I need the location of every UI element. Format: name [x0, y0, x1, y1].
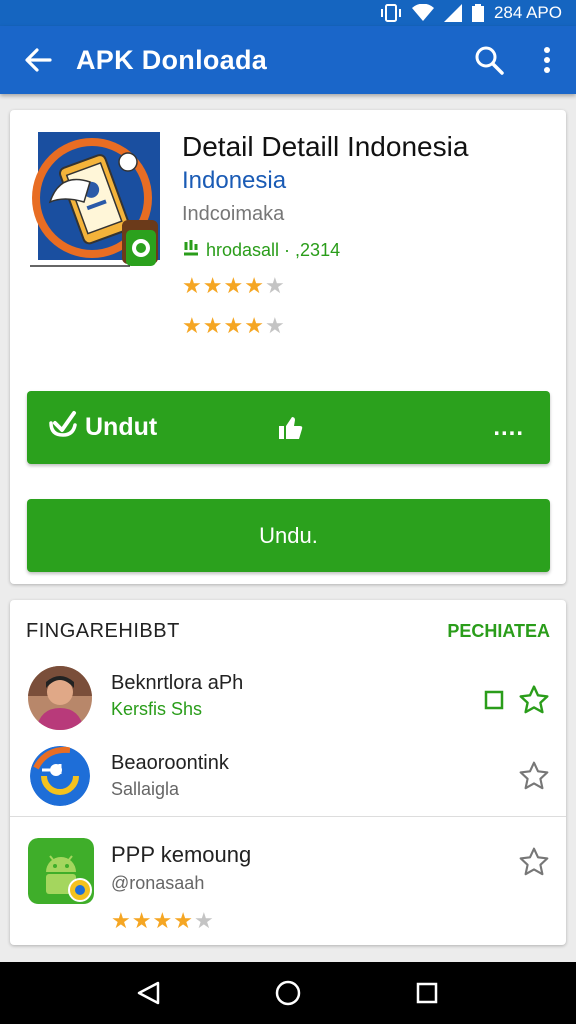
search-icon[interactable]: [460, 26, 518, 94]
download-button-label: Undut: [85, 413, 158, 441]
list-item-subtitle: Sallaigla: [111, 779, 180, 799]
secondary-download-button[interactable]: Undu.: [27, 499, 550, 572]
list-item[interactable]: Beaoroontink Sallaigla: [10, 746, 566, 812]
divider: [10, 816, 566, 817]
star-outline-icon[interactable]: [518, 846, 550, 883]
battery-icon: [471, 4, 484, 22]
star-empty-icon: ★: [193, 908, 214, 933]
rating-stars-1: ★ ★ ★ ★ ★: [182, 273, 552, 299]
star-filled-icon: ★: [152, 908, 173, 933]
nav-back-icon[interactable]: [124, 968, 174, 1018]
star-filled-icon: ★: [244, 273, 264, 298]
download-button[interactable]: Undut ....: [27, 391, 550, 464]
install-count-icon: [182, 237, 200, 263]
section-action-link[interactable]: PECHIATEA: [447, 621, 550, 642]
checkbox-icon[interactable]: [484, 690, 504, 715]
star-filled-icon: ★: [202, 273, 223, 298]
star-outline-icon[interactable]: [518, 684, 550, 721]
star-empty-icon: ★: [264, 273, 285, 298]
list-item-title: Beknrtlora aPh: [111, 672, 244, 694]
vibrate-icon: [380, 4, 402, 22]
thumb-up-icon[interactable]: [277, 415, 397, 441]
section-heading: FINGAREHIBBT: [26, 620, 180, 642]
star-filled-icon: ★: [111, 908, 131, 933]
list-item[interactable]: PPP kemoung @ronasaah ★ ★ ★ ★ ★: [10, 836, 566, 936]
clock-text: 284 APO: [493, 3, 562, 22]
nav-recents-icon[interactable]: [402, 968, 452, 1018]
star-filled-icon: ★: [244, 313, 264, 338]
status-bar: 284 APO: [0, 0, 576, 26]
list-item-subtitle: @ronasaah: [111, 873, 205, 893]
app-meta-text: hrodasall · ,2314: [206, 240, 341, 260]
app-info: Detail Detaill Indonesia Indonesia Indco…: [182, 130, 552, 339]
wifi-icon: [411, 4, 434, 22]
app-name: Detail Detaill Indonesia: [182, 131, 469, 162]
star-filled-icon: ★: [202, 313, 223, 338]
rating-stars: ★ ★ ★ ★ ★: [111, 908, 251, 934]
star-filled-icon: ★: [182, 313, 202, 338]
list-item-subtitle: Kersfis Shs: [111, 699, 203, 719]
more-vert-icon[interactable]: [518, 26, 576, 94]
more-options-button[interactable]: ....: [397, 414, 550, 442]
app-logo-icon: [30, 746, 90, 806]
recommendation-card: FINGAREHIBBT PECHIATEA Beknrtlora aPh Ke…: [10, 600, 566, 945]
list-item-title: PPP kemoung: [111, 842, 252, 867]
star-filled-icon: ★: [173, 908, 193, 933]
page-title: APK Donloada: [76, 44, 268, 75]
app-developer[interactable]: Indonesia: [182, 165, 552, 197]
avatar: [28, 666, 92, 730]
star-filled-icon: ★: [223, 273, 244, 298]
section-header: FINGAREHIBBT PECHIATEA: [26, 620, 550, 643]
android-app-icon: [28, 838, 94, 904]
nav-home-icon[interactable]: [263, 968, 313, 1018]
star-filled-icon: ★: [131, 908, 152, 933]
signal-icon: [443, 4, 462, 22]
list-item-title: Beaoroontink: [111, 752, 229, 774]
star-filled-icon: ★: [223, 313, 244, 338]
app-bar: APK Donloada: [0, 26, 576, 94]
system-navigation-bar: [0, 962, 576, 1024]
star-outline-icon[interactable]: [518, 760, 550, 797]
star-empty-icon: ★: [264, 313, 285, 338]
app-meta: hrodasall · ,2314: [182, 237, 552, 263]
rating-stars-2: ★ ★ ★ ★ ★: [182, 313, 552, 339]
arrow-back-icon[interactable]: [0, 26, 76, 94]
star-filled-icon: ★: [182, 273, 202, 298]
app-category: Indcoimaka: [182, 203, 285, 225]
app-detail-card: Detail Detaill Indonesia Indonesia Indco…: [10, 110, 566, 584]
list-item[interactable]: Beknrtlora aPh Kersfis Shs: [10, 666, 566, 736]
app-icon: [30, 132, 162, 270]
download-check-icon: [47, 409, 77, 446]
